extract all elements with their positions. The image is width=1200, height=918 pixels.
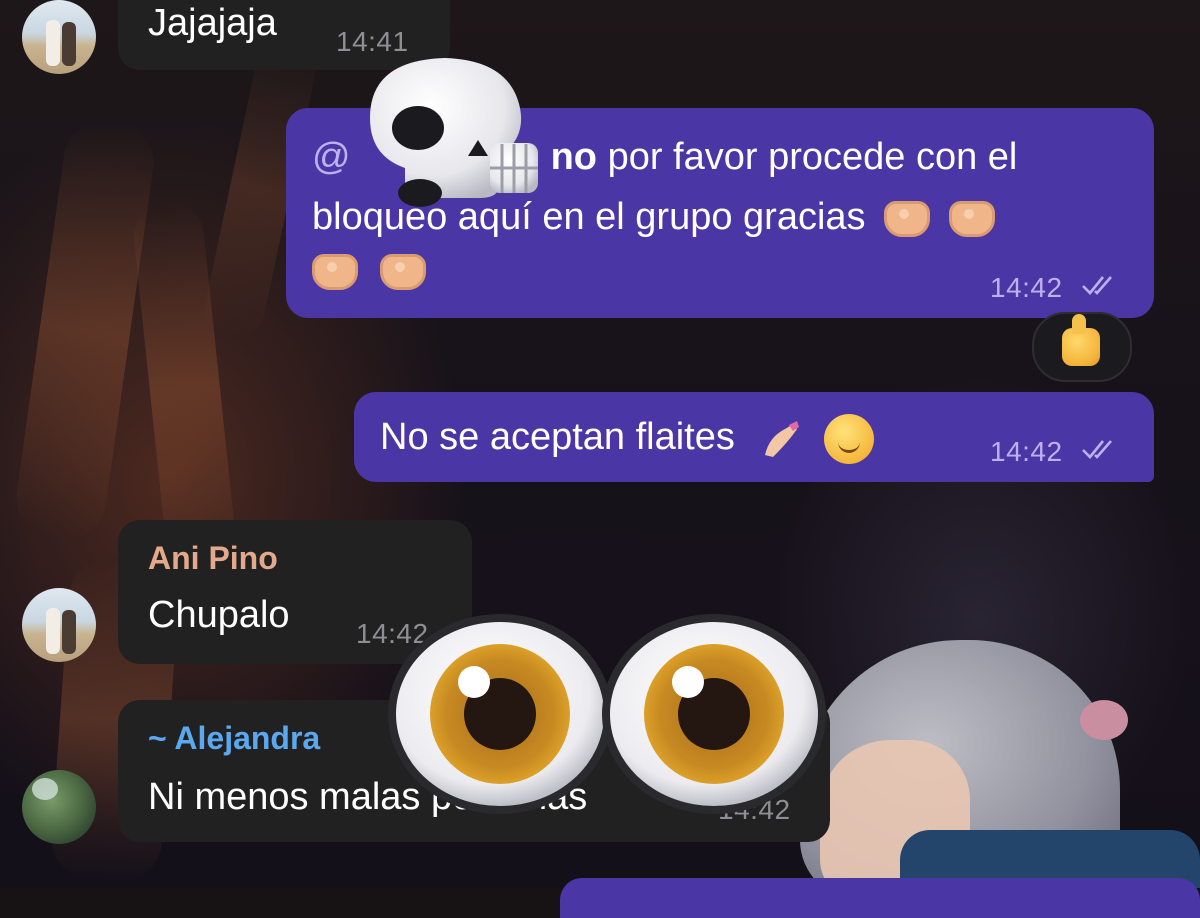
message-time: 14:42 [990,436,1121,468]
avatar[interactable] [22,588,96,662]
double-check-icon [1081,440,1112,459]
message-time: 14:42 [990,272,1121,304]
eyes-icon [388,614,826,814]
next-message-bubble [560,878,1200,918]
mention-name[interactable]: no [551,136,597,178]
message-bubble-outgoing[interactable]: No se aceptan flaites 14:42 [354,392,1154,482]
emoji-row [312,254,427,290]
skull-icon [370,58,538,207]
heart-hands-icon [312,254,358,290]
mention-prefix[interactable]: @ [312,136,351,178]
heart-hands-icon [948,200,995,237]
reaction-badge[interactable] [1032,312,1132,382]
message-text: No se aceptan flaites [380,416,735,458]
relieved-face-icon [824,413,875,464]
heart-hands-icon [884,200,931,237]
thumbs-up-icon [1062,314,1100,366]
message-text-line: No se aceptan flaites [380,412,875,464]
avatar[interactable] [22,0,96,74]
heart-hands-icon [380,254,427,290]
message-text: Chupalo [148,594,290,636]
message-text: Jajajaja [148,2,277,44]
sender-name[interactable]: ~ Alejandra [148,718,320,758]
double-check-icon [1081,276,1112,295]
nail-polish-icon [759,417,803,461]
sender-name[interactable]: Ani Pino [148,538,278,578]
message-text: por favor procede con el [607,136,1018,178]
avatar[interactable] [22,770,96,844]
